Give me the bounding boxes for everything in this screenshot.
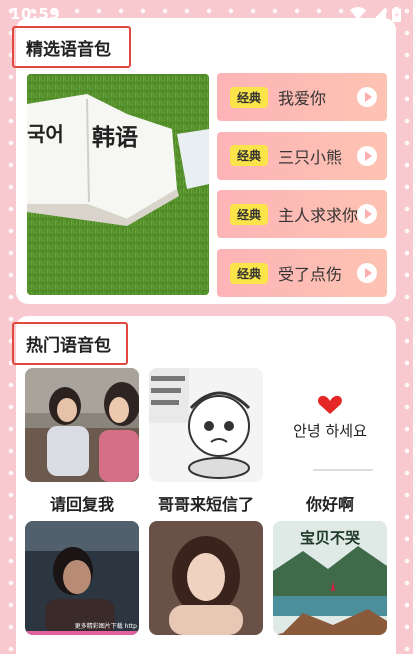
hot-thumb-image[interactable] — [25, 368, 139, 482]
voice-title: 受了点伤 — [278, 265, 343, 285]
hot-voice-item[interactable]: 更多精彩图片下载 http — [25, 521, 139, 635]
featured-title: 精选语音包 — [12, 26, 131, 68]
voice-tag: 经典 — [230, 203, 268, 225]
comic-meme — [149, 368, 263, 482]
hot-voice-label: 你好啊 — [305, 495, 354, 514]
hot-thumb-text: 안녕 하세요 — [293, 422, 367, 440]
play-icon[interactable] — [357, 204, 377, 225]
hot-voice-item[interactable] — [149, 521, 263, 635]
voice-item[interactable]: 经典 主人求求你 — [217, 190, 387, 239]
hot-thumb-image[interactable]: 宝贝不哭 — [273, 521, 387, 635]
voice-tag: 经典 — [230, 86, 268, 108]
voice-item[interactable]: 经典 三只小熊 — [217, 131, 387, 180]
play-icon[interactable] — [357, 263, 377, 284]
play-icon[interactable] — [357, 87, 377, 107]
hot-thumb-image[interactable]: 更多精彩图片下载 http — [25, 521, 139, 635]
book-text-korean: 국어 — [27, 122, 64, 146]
voice-title: 我爱你 — [278, 89, 327, 108]
hot-section: 热门语音包 请回复我 哥哥来短信了 안녕 하세요 你好啊 更多精彩图片下载 ht… — [12, 316, 396, 654]
voice-tag: 经典 — [230, 145, 268, 167]
man-photo — [25, 521, 139, 635]
hot-thumb-text: 更多精彩图片下载 http — [74, 623, 137, 630]
battery-icon — [392, 6, 401, 22]
featured-voice-list: 经典 我爱你 经典 三只小熊 经典 主人求求你 经典 受了点伤 — [217, 73, 387, 308]
hot-voice-label: 请回复我 — [49, 495, 114, 514]
voice-title: 三只小熊 — [278, 147, 343, 167]
hot-thumb-image[interactable]: 안녕 하세요 — [273, 368, 387, 482]
hot-thumb-text: 宝贝不哭 — [299, 529, 360, 547]
book-text-hanyu: 韩语 — [92, 125, 138, 151]
voice-title: 主人求求你 — [278, 206, 359, 226]
girls-photo — [25, 368, 139, 482]
hot-voice-item[interactable]: 宝贝不哭 — [273, 521, 387, 635]
hot-voice-item[interactable]: 请回复我 — [25, 368, 139, 515]
voice-tag: 经典 — [230, 262, 268, 284]
hot-title: 热门语音包 — [12, 322, 128, 365]
featured-section: 精选语音包 국어 韩语 经典 我爱你 经典 三只小熊 经典 主人求求你 经典 受… — [12, 18, 396, 304]
hot-voice-item[interactable]: 哥哥来短信了 — [149, 368, 263, 515]
korean-book-illustration — [27, 74, 209, 295]
play-icon[interactable] — [357, 145, 377, 166]
featured-banner-image[interactable]: 국어 韩语 — [27, 74, 209, 295]
hot-voice-item[interactable]: 안녕 하세요 你好啊 — [273, 368, 387, 515]
voice-item[interactable]: 经典 我爱你 — [217, 73, 387, 121]
hot-thumb-image[interactable] — [149, 521, 263, 635]
hot-voice-label: 哥哥来短信了 — [157, 495, 254, 514]
hot-thumb-image[interactable] — [149, 368, 263, 482]
woman-photo — [149, 521, 263, 635]
voice-item[interactable]: 经典 受了点伤 — [217, 249, 387, 298]
